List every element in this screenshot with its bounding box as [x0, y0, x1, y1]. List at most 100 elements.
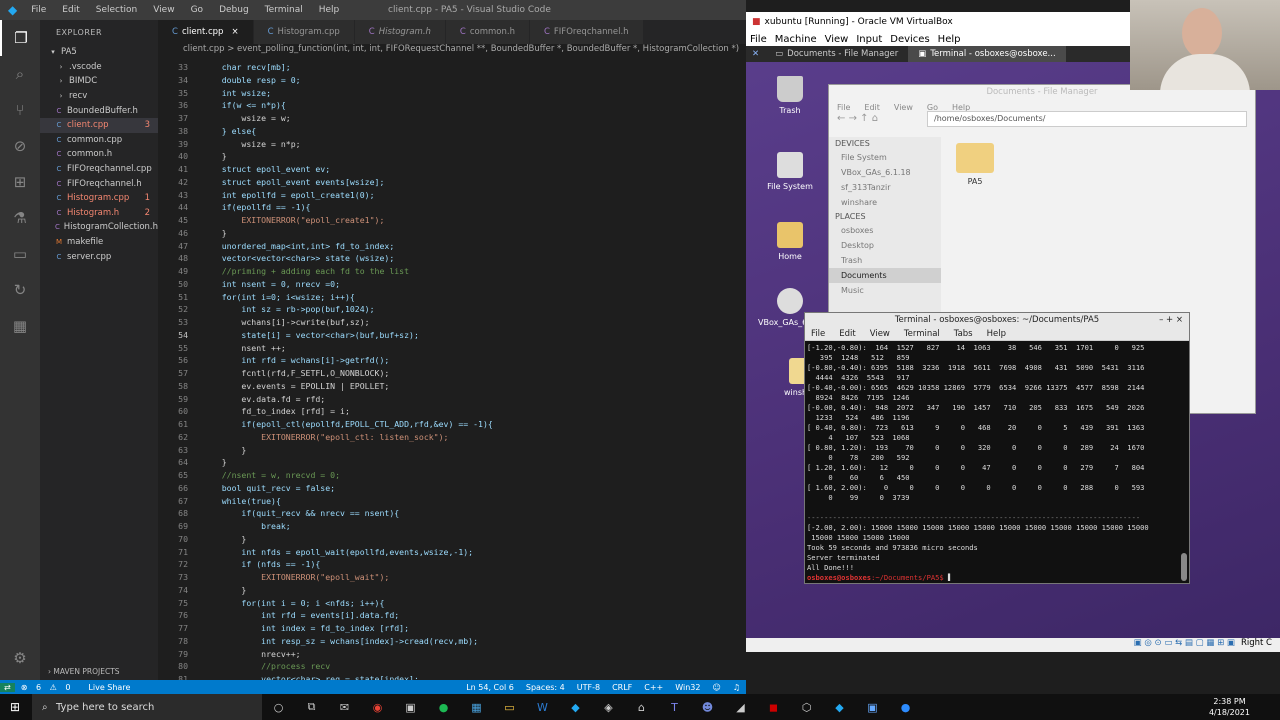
fm-device-sf[interactable]: sf_313Tanzir	[829, 180, 941, 195]
taskbar-search[interactable]: ⌕ Type here to search	[32, 694, 262, 720]
code-line[interactable]: }	[202, 228, 227, 238]
file-item[interactable]: C BoundedBuffer.h	[40, 103, 158, 118]
code-line[interactable]: } else{	[202, 126, 257, 136]
file-item[interactable]: C FIFOreqchannel.cpp	[40, 162, 158, 177]
platform[interactable]: Win32	[675, 683, 700, 692]
code-line[interactable]: nsent ++;	[202, 343, 285, 353]
code-line[interactable]: ev.events = EPOLLIN | EPOLLET;	[202, 381, 389, 391]
menu-go[interactable]: Go	[191, 5, 203, 15]
settings-gear-icon[interactable]: ⚙	[0, 640, 40, 676]
feedback-icon[interactable]: ☺	[712, 683, 720, 692]
code-line[interactable]: }	[202, 534, 246, 544]
term-menu-tabs[interactable]: Tabs	[954, 329, 973, 339]
debug-icon[interactable]: ⊘	[0, 128, 40, 164]
search-icon[interactable]: ⌕	[0, 56, 40, 92]
vm-menu-machine[interactable]: Machine	[775, 34, 817, 45]
code-line[interactable]: if(quit_recv && nrecv == nsent){	[202, 508, 399, 518]
file-item[interactable]: › BIMDC	[40, 74, 158, 89]
clock[interactable]: 2:38 PM 4/18/2021	[1209, 696, 1250, 718]
code-line[interactable]: for(int i=0; i<wsize; i++){	[202, 292, 355, 302]
file-explorer-icon[interactable]: ▭	[493, 694, 526, 720]
code-line[interactable]: }	[202, 585, 246, 595]
project-folder[interactable]: ▾ PA5	[40, 45, 158, 60]
code-line[interactable]: int index = fd_to_index [rfd];	[202, 623, 409, 633]
fm-place-osboxes[interactable]: osboxes	[829, 223, 941, 238]
code-line[interactable]: int epollfd = epoll_create1(0);	[202, 190, 375, 200]
code-line[interactable]: int rfd = wchans[i]->getrfd();	[202, 355, 389, 365]
term-menu-edit[interactable]: Edit	[839, 329, 855, 339]
terminal-scrollbar[interactable]	[1181, 553, 1187, 581]
test-icon[interactable]: ⚗	[0, 200, 40, 236]
xfce-menu-icon[interactable]: ✕	[746, 49, 765, 59]
code-line[interactable]: int nsent = 0, nrecv =0;	[202, 279, 340, 289]
fm-place-documents[interactable]: Documents	[829, 268, 941, 283]
code-line[interactable]: }	[202, 445, 246, 455]
file-item[interactable]: › recv	[40, 89, 158, 104]
fm-device-vbox[interactable]: VBox_GAs_6.1.18	[829, 165, 941, 180]
menu-debug[interactable]: Debug	[219, 5, 249, 15]
problems-indicator[interactable]: ⊗ 6 ⚠ 0	[21, 683, 77, 692]
extensions-icon[interactable]: ⊞	[0, 164, 40, 200]
word-icon[interactable]: W	[526, 694, 559, 720]
vm-menu-input[interactable]: Input	[856, 34, 882, 45]
menu-terminal[interactable]: Terminal	[265, 5, 303, 15]
explorer-icon[interactable]: ❐	[0, 20, 40, 56]
code-line[interactable]: while(true){	[202, 496, 281, 506]
tab-histogram-cpp[interactable]: C Histogram.cpp	[253, 20, 355, 44]
code-line[interactable]: EXITONERROR("epoll_ctl: listen_sock");	[202, 432, 448, 442]
live-share-icon[interactable]: ↻	[0, 272, 40, 308]
file-item[interactable]: › .vscode	[40, 60, 158, 75]
code-line[interactable]: int wsize;	[202, 88, 271, 98]
code-line[interactable]: if (nfds == -1){	[202, 559, 320, 569]
code-line[interactable]: int rfd = events[i].data.fd;	[202, 610, 399, 620]
code-line[interactable]: state[i] = vector<char>(buf,buf+sz);	[202, 330, 418, 340]
home-icon[interactable]: ⌂	[872, 113, 878, 124]
code-line[interactable]: }	[202, 151, 227, 161]
window-controls[interactable]: – + ×	[1159, 315, 1183, 325]
vscode-taskbar-icon[interactable]: ◆	[559, 694, 592, 720]
guest-desktop[interactable]: ✕ ▭ Documents - File Manager ▣ Terminal - …	[746, 46, 1280, 638]
code-line[interactable]: struct epoll_event ev;	[202, 164, 330, 174]
tab-client-cpp[interactable]: Cclient.cpp ×	[158, 20, 254, 44]
tab-common-h[interactable]: Ccommon.h	[445, 20, 530, 44]
live-share-status[interactable]: Live Share	[88, 683, 130, 692]
code-line[interactable]: bool quit_recv = false;	[202, 483, 335, 493]
vm-menu-file[interactable]: File	[750, 34, 767, 45]
tab-fiforeqchannel-h[interactable]: C FIFOreqchannel.h	[529, 20, 644, 44]
vm-device-icons[interactable]: ▣ ◎ ⊙ ▭ ⇆ ▤ ▢ ▦ ⊞ ▣	[1134, 638, 1235, 648]
indentation[interactable]: Spaces: 4	[526, 683, 565, 692]
app3-icon[interactable]: ⌂	[625, 694, 658, 720]
terminal-prompt[interactable]: osboxes@osboxes:~/Documents/PA5$ ▌	[807, 573, 1179, 581]
code-line[interactable]: break;	[202, 521, 291, 531]
cursor-position[interactable]: Ln 54, Col 6	[466, 683, 514, 692]
code-line[interactable]: wchans[i]->cwrite(buf,sz);	[202, 317, 369, 327]
file-item[interactable]: Ccommon.h	[40, 147, 158, 162]
fm-device-winshare[interactable]: winshare	[829, 195, 941, 210]
code-editor[interactable]: 33 char recv[mb]; 34 double resp = 0; 35 i…	[158, 58, 746, 680]
code-line[interactable]: if(epollfd == -1){	[202, 202, 311, 212]
fm-place-trash[interactable]: Trash	[829, 253, 941, 268]
file-item[interactable]: Cserver.cpp	[40, 249, 158, 264]
zoom-icon[interactable]: ●	[889, 694, 922, 720]
code-line[interactable]: if(w <= n*p){	[202, 100, 286, 110]
fm-place-music[interactable]: Music	[829, 283, 941, 298]
chrome-icon[interactable]: ◉	[361, 694, 394, 720]
task-terminal[interactable]: ▣ Terminal - osboxes@osboxe...	[908, 46, 1066, 62]
menu-help[interactable]: Help	[319, 5, 340, 15]
breadcrumb[interactable]: client.cpp > event_polling_function(int,…	[158, 44, 746, 58]
term-menu-file[interactable]: File	[811, 329, 825, 339]
file-item[interactable]: Mmakefile	[40, 235, 158, 250]
up-arrow-icon[interactable]: ↑	[860, 113, 868, 124]
fm-menu-file[interactable]: File	[837, 103, 850, 112]
term-menu-terminal[interactable]: Terminal	[904, 329, 940, 339]
fm-address-bar[interactable]: /home/osboxes/Documents/	[927, 111, 1247, 127]
close-icon[interactable]: ×	[231, 27, 238, 37]
code-line[interactable]: vector<vector<char>> state (wsize);	[202, 253, 395, 263]
tab-histogram-h[interactable]: C Histogram.h	[354, 20, 446, 44]
vm-menu-view[interactable]: View	[825, 34, 849, 45]
code-line[interactable]: int nfds = epoll_wait(epollfd,events,wsi…	[202, 547, 473, 557]
fm-device-filesystem[interactable]: File System	[829, 150, 941, 165]
maven-projects-section[interactable]: › MAVEN PROJECTS	[48, 667, 120, 676]
code-line[interactable]: double resp = 0;	[202, 75, 301, 85]
discord-icon[interactable]: ☻	[691, 694, 724, 720]
